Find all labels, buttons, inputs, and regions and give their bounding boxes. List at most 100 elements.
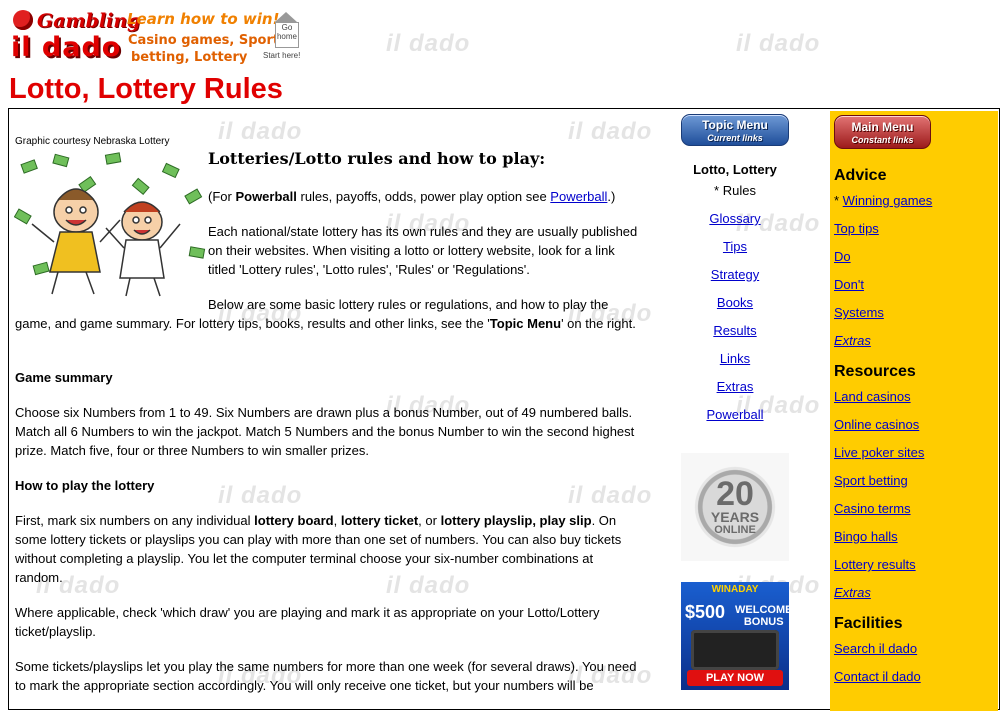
image-caption: Graphic courtesy Nebraska Lottery	[15, 136, 170, 147]
menu-link-land-casinos[interactable]: Land casinos	[834, 383, 998, 411]
text: ,	[333, 513, 341, 528]
casino-ad-banner[interactable]: WINADAY $500 WELCOME BONUS PLAY NOW	[681, 582, 789, 690]
ad-bonus-1: WELCOME	[735, 604, 789, 616]
topic-link-powerball[interactable]: Powerball	[680, 401, 790, 429]
powerball-link[interactable]: Powerball	[550, 189, 607, 204]
lottery-winners-illustration	[14, 152, 206, 297]
powerball-note: (For Powerball rules, payoffs, odds, pow…	[208, 187, 638, 206]
link-label[interactable]: Winning games	[843, 193, 933, 208]
link-label[interactable]: Powerball	[706, 407, 763, 422]
watermark: il dado	[736, 30, 821, 57]
menu-link-bingo-halls[interactable]: Bingo halls	[834, 523, 998, 551]
ad-bonus-2: BONUS	[743, 616, 784, 628]
main-menu: Main Menu Constant links Advice * Winnin…	[830, 111, 998, 711]
menu-link-search[interactable]: Search il dado	[834, 635, 998, 663]
bold-text: Powerball	[235, 189, 297, 204]
text: .)	[607, 189, 616, 204]
link-label[interactable]: Sport betting	[834, 473, 908, 488]
game-summary-heading: Game summary	[15, 368, 637, 387]
link-label[interactable]: Glossary	[709, 211, 760, 226]
site-logo[interactable]: Gambling il dado Learn how to win! Casin…	[11, 8, 311, 68]
text: ' on the right.	[561, 316, 636, 331]
topic-menu-button-label: Topic Menu	[702, 118, 768, 132]
text: (For	[208, 189, 236, 204]
current-marker: *	[834, 193, 843, 208]
menu-link-contact[interactable]: Contact il dado	[834, 663, 998, 691]
link-label[interactable]: Extras	[834, 333, 871, 348]
link-label[interactable]: Don't	[834, 277, 864, 292]
section-heading: How to play the lottery	[15, 478, 155, 493]
menu-link-live-poker[interactable]: Live poker sites	[834, 439, 998, 467]
ad-bonus: WELCOME BONUS	[735, 604, 789, 628]
link-label[interactable]: Contact il dado	[834, 669, 921, 684]
go-home-box: Go home	[275, 22, 299, 48]
dice-icon	[13, 10, 33, 30]
text: , or	[418, 513, 441, 528]
link-label[interactable]: Live poker sites	[834, 445, 924, 460]
rules-paragraph: Each national/state lottery has its own …	[208, 224, 638, 277]
advice-heading: Advice	[834, 167, 887, 184]
watermark: il dado	[386, 30, 471, 57]
house-icon	[275, 12, 297, 22]
topic-link-strategy[interactable]: Strategy	[680, 261, 790, 289]
article-heading: Lotteries/Lotto rules and how to play:	[208, 149, 546, 168]
logo-gambling-text: Gambling	[37, 10, 141, 32]
bold-text: Topic Menu	[489, 316, 562, 331]
menu-link-sport-betting[interactable]: Sport betting	[834, 467, 998, 495]
link-label[interactable]: Tips	[723, 239, 747, 254]
intro-paragraph: Below are some basic lottery rules or re…	[15, 295, 637, 333]
ad-amount: $500	[685, 602, 726, 622]
link-label[interactable]: Systems	[834, 305, 884, 320]
topic-menu-button[interactable]: Topic Menu Current links	[681, 114, 789, 146]
topic-link-books[interactable]: Books	[680, 289, 790, 317]
menu-link-lottery-results[interactable]: Lottery results	[834, 551, 998, 579]
link-label[interactable]: Results	[713, 323, 756, 338]
ad-play-now-button[interactable]: PLAY NOW	[687, 670, 783, 686]
menu-link-advice-extras[interactable]: Extras	[834, 327, 998, 355]
resources-heading: Resources	[834, 363, 916, 380]
several-draws-paragraph: Some tickets/playslips let you play the …	[15, 659, 637, 693]
topic-link-tips[interactable]: Tips	[680, 233, 790, 261]
link-label[interactable]: Bingo halls	[834, 529, 898, 544]
link-label[interactable]: Books	[717, 295, 753, 310]
tagline: Learn how to win!	[127, 10, 280, 28]
menu-link-do[interactable]: Do	[834, 243, 998, 271]
laurel-medal-icon: 20 YEARS ONLINE	[681, 453, 789, 561]
menu-link-casino-terms[interactable]: Casino terms	[834, 495, 998, 523]
menu-link-online-casinos[interactable]: Online casinos	[834, 411, 998, 439]
bold-text: lottery playslip, play slip	[440, 513, 592, 528]
page-title: Lotto, Lottery Rules	[9, 73, 283, 105]
topic-link-links[interactable]: Links	[680, 345, 790, 373]
menu-link-winning-games[interactable]: * Winning games	[834, 187, 998, 215]
link-label[interactable]: Search il dado	[834, 641, 917, 656]
facilities-heading: Facilities	[834, 615, 903, 632]
link-label[interactable]: Extras	[717, 379, 754, 394]
go-home-link[interactable]: Go home Start here!	[263, 10, 307, 60]
link-label[interactable]: Online casinos	[834, 417, 919, 432]
menu-link-dont[interactable]: Don't	[834, 271, 998, 299]
main-menu-button-label: Main Menu	[851, 120, 914, 134]
topic-current-item: * Rules	[714, 183, 756, 198]
topic-link-results[interactable]: Results	[680, 317, 790, 345]
which-draw-paragraph: Where applicable, check 'which draw' you…	[15, 605, 600, 639]
go-home-label-2: home	[276, 32, 297, 41]
bold-text: lottery ticket	[340, 513, 419, 528]
link-label[interactable]: Top tips	[834, 221, 879, 236]
topic-menu-button-sub: Current links	[707, 133, 763, 143]
topic-link-extras[interactable]: Extras	[680, 373, 790, 401]
go-home-label-1: Go	[281, 23, 293, 32]
twenty-years-online-badge[interactable]: 20 YEARS ONLINE	[681, 453, 789, 561]
badge-years: YEARS	[710, 509, 760, 525]
link-label[interactable]: Extras	[834, 585, 871, 600]
main-menu-button[interactable]: Main Menu Constant links	[834, 115, 931, 149]
link-label[interactable]: Casino terms	[834, 501, 911, 516]
link-label[interactable]: Strategy	[711, 267, 759, 282]
menu-link-resources-extras[interactable]: Extras	[834, 579, 998, 607]
menu-link-systems[interactable]: Systems	[834, 299, 998, 327]
link-label[interactable]: Lottery results	[834, 557, 916, 572]
topic-link-glossary[interactable]: Glossary	[680, 205, 790, 233]
link-label[interactable]: Links	[720, 351, 750, 366]
link-label[interactable]: Land casinos	[834, 389, 911, 404]
link-label[interactable]: Do	[834, 249, 851, 264]
menu-link-top-tips[interactable]: Top tips	[834, 215, 998, 243]
